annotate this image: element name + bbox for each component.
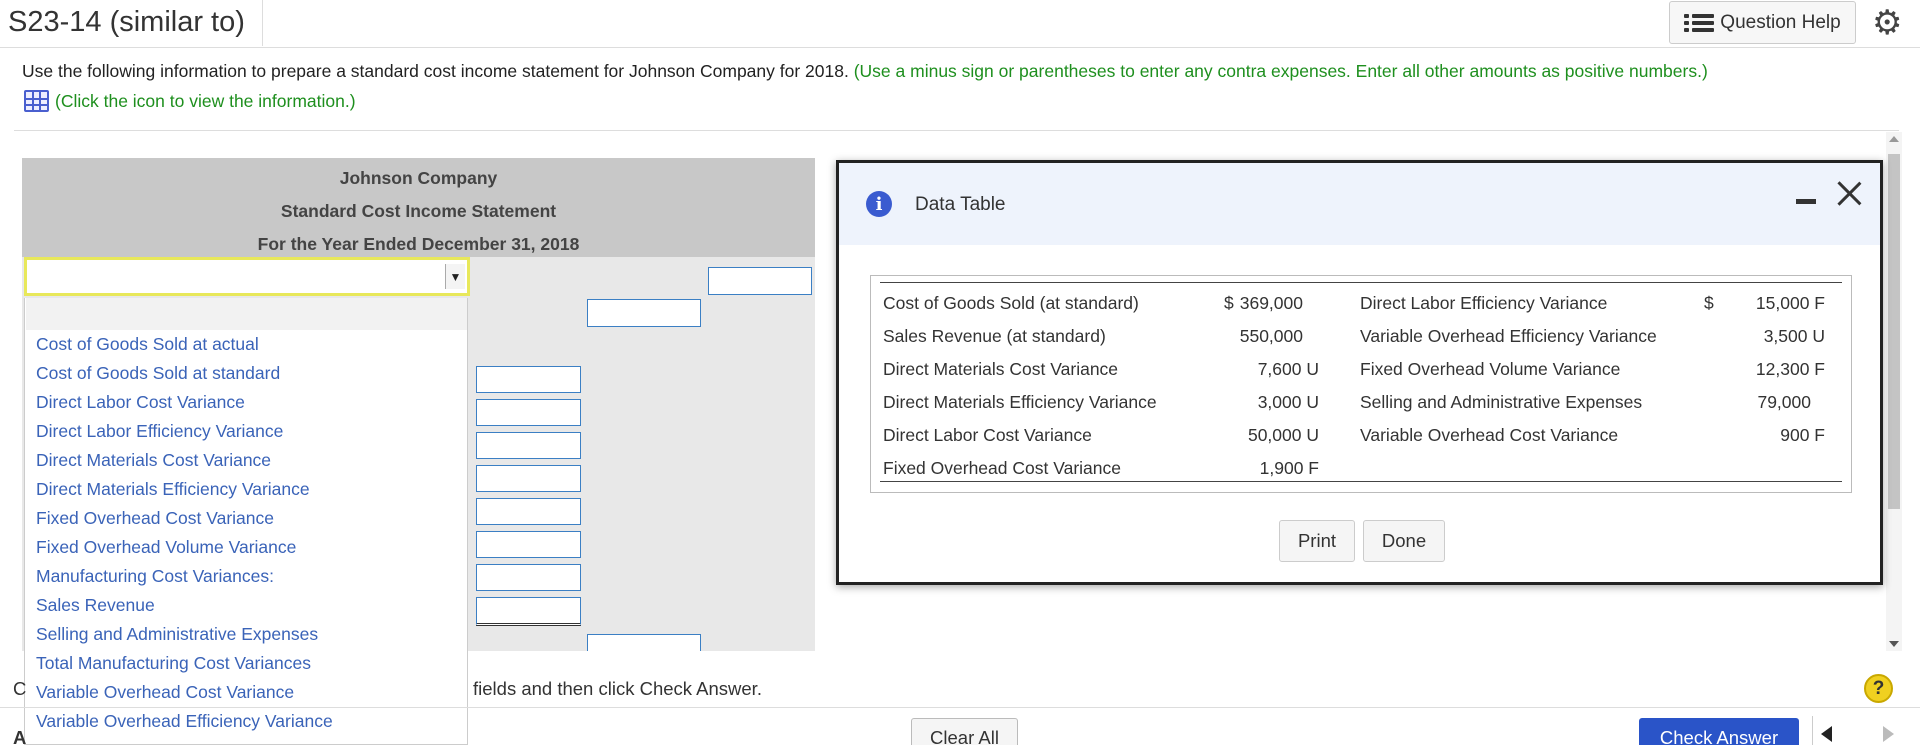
table-amount: 550,000 — [1239, 326, 1303, 346]
dropdown-option[interactable]: Fixed Overhead Cost Variance — [36, 508, 274, 529]
table-amount: 1,900 F — [1259, 458, 1319, 478]
table-label: Direct Materials Efficiency Variance — [883, 392, 1157, 412]
instructions-main: Use the following information to prepare… — [22, 61, 849, 81]
info-link[interactable]: (Click the icon to view the information.… — [24, 90, 356, 112]
list-icon — [1684, 13, 1715, 33]
amount-input[interactable] — [476, 399, 581, 426]
dropdown-option[interactable]: Total Manufacturing Cost Variances — [36, 653, 311, 674]
scroll-up-icon[interactable] — [1889, 136, 1899, 142]
total-input[interactable] — [476, 597, 581, 626]
print-button[interactable]: Print — [1279, 520, 1355, 562]
table-label: Sales Revenue (at standard) — [883, 326, 1106, 346]
table-amount: 3,000 U — [1257, 392, 1319, 412]
dropdown-option[interactable]: Cost of Goods Sold at standard — [36, 363, 280, 384]
dropdown-arrow-icon[interactable]: ▼ — [445, 264, 465, 289]
table-amount: 12,300 F — [1755, 359, 1825, 379]
check-answer-button[interactable]: Check Answer — [1639, 718, 1799, 745]
table-top-rule — [880, 282, 1842, 283]
amount-input[interactable] — [476, 531, 581, 558]
statement-header: Johnson Company Standard Cost Income Sta… — [22, 158, 815, 257]
amount-input[interactable] — [476, 432, 581, 459]
table-label: Direct Materials Cost Variance — [883, 359, 1119, 379]
data-table-modal: i Data Table Cost of Goods Sold (at stan… — [836, 160, 1883, 585]
table-label: Variable Overhead Efficiency Variance — [1360, 326, 1657, 346]
minimize-icon[interactable] — [1796, 199, 1816, 204]
statement-period: For the Year Ended December 31, 2018 — [257, 234, 580, 254]
answer-label: A — [13, 727, 27, 745]
question-nav — [1812, 716, 1920, 745]
page-title: S23-14 (similar to) — [8, 6, 245, 38]
dropdown-option[interactable]: Direct Labor Cost Variance — [36, 392, 245, 413]
table-grid-icon[interactable] — [24, 90, 49, 112]
help-icon[interactable]: ? — [1864, 674, 1893, 703]
info-link-label: (Click the icon to view the information.… — [55, 90, 356, 111]
amount-input[interactable] — [587, 299, 701, 327]
table-bottom-rule — [880, 481, 1842, 482]
table-label: Cost of Goods Sold (at standard) — [883, 293, 1139, 313]
amount-input[interactable] — [476, 465, 581, 492]
table-label: Direct Labor Efficiency Variance — [1360, 293, 1608, 313]
dropdown-option[interactable]: Direct Labor Efficiency Variance — [36, 421, 283, 442]
dropdown-option[interactable]: Sales Revenue — [36, 595, 155, 616]
amount-input[interactable] — [476, 498, 581, 525]
header-bar: S23-14 (similar to) Question Help ⚙ — [0, 0, 1920, 48]
table-amount: 50,000 U — [1247, 425, 1319, 445]
table-label: Direct Labor Cost Variance — [883, 425, 1092, 445]
dropdown-option[interactable]: Fixed Overhead Volume Variance — [36, 537, 296, 558]
table-amount: 369,000 — [1239, 293, 1303, 313]
table-amount: 3,500 U — [1763, 326, 1825, 346]
info-icon: i — [866, 191, 892, 217]
table-amount: 79,000 — [1757, 392, 1811, 412]
table-label: Fixed Overhead Volume Variance — [1360, 359, 1621, 379]
page: S23-14 (similar to) Question Help ⚙ Use … — [0, 0, 1920, 745]
modal-title: Data Table — [915, 194, 1006, 215]
table-prefix: $ — [1704, 293, 1714, 313]
previous-arrow-icon[interactable] — [1821, 726, 1832, 742]
dropdown-option[interactable]: Direct Materials Efficiency Variance — [36, 479, 310, 500]
dropdown-option[interactable]: Manufacturing Cost Variances: — [36, 566, 274, 587]
question-help-button[interactable]: Question Help — [1669, 1, 1856, 44]
instructions: Use the following information to prepare… — [22, 61, 1708, 82]
done-button[interactable]: Done — [1363, 520, 1445, 562]
footer-divider — [0, 707, 1920, 708]
table-amount: 15,000 F — [1755, 293, 1825, 313]
statement-title: Standard Cost Income Statement — [280, 201, 557, 221]
scrollbar-thumb[interactable] — [1888, 154, 1900, 509]
header-divider — [262, 0, 263, 46]
table-amount: 900 F — [1780, 425, 1825, 445]
instructions-note: (Use a minus sign or parentheses to ente… — [853, 61, 1708, 81]
close-icon[interactable] — [1833, 177, 1865, 209]
amount-input[interactable] — [476, 564, 581, 591]
table-amount: 7,600 U — [1257, 359, 1319, 379]
table-label: Variable Overhead Cost Variance — [1360, 425, 1619, 445]
clear-all-button[interactable]: Clear All — [911, 718, 1018, 745]
line-item-select[interactable]: ▼ — [24, 257, 470, 296]
gear-icon[interactable]: ⚙ — [1872, 6, 1902, 40]
scroll-down-icon[interactable] — [1889, 641, 1899, 647]
vertical-scrollbar[interactable] — [1886, 132, 1902, 651]
data-table: Cost of Goods Sold (at standard) $ 369,0… — [870, 275, 1852, 493]
dropdown-option[interactable]: Direct Materials Cost Variance — [36, 450, 271, 471]
modal-header: i Data Table — [839, 163, 1880, 245]
dropdown-list: Cost of Goods Sold at actual Cost of Goo… — [24, 298, 468, 745]
table-label: Selling and Administrative Expenses — [1360, 392, 1643, 412]
dropdown-option[interactable]: Variable Overhead Cost Variance — [36, 682, 294, 703]
prompt-text: fields and then click Check Answer. — [473, 678, 762, 699]
question-help-label: Question Help — [1720, 11, 1841, 33]
amount-input[interactable] — [708, 267, 812, 295]
amount-input[interactable] — [476, 366, 581, 393]
dropdown-option[interactable]: Selling and Administrative Expenses — [36, 624, 318, 645]
statement-company: Johnson Company — [339, 168, 498, 188]
section-divider — [14, 130, 1899, 131]
next-arrow-icon[interactable] — [1883, 726, 1894, 742]
prompt-start: C — [13, 678, 27, 699]
dropdown-option[interactable]: Variable Overhead Efficiency Variance — [36, 711, 333, 732]
table-label: Fixed Overhead Cost Variance — [883, 458, 1121, 478]
dropdown-option[interactable]: Cost of Goods Sold at actual — [36, 334, 259, 355]
amount-input[interactable] — [587, 634, 701, 651]
dropdown-option-blank[interactable] — [26, 298, 467, 330]
